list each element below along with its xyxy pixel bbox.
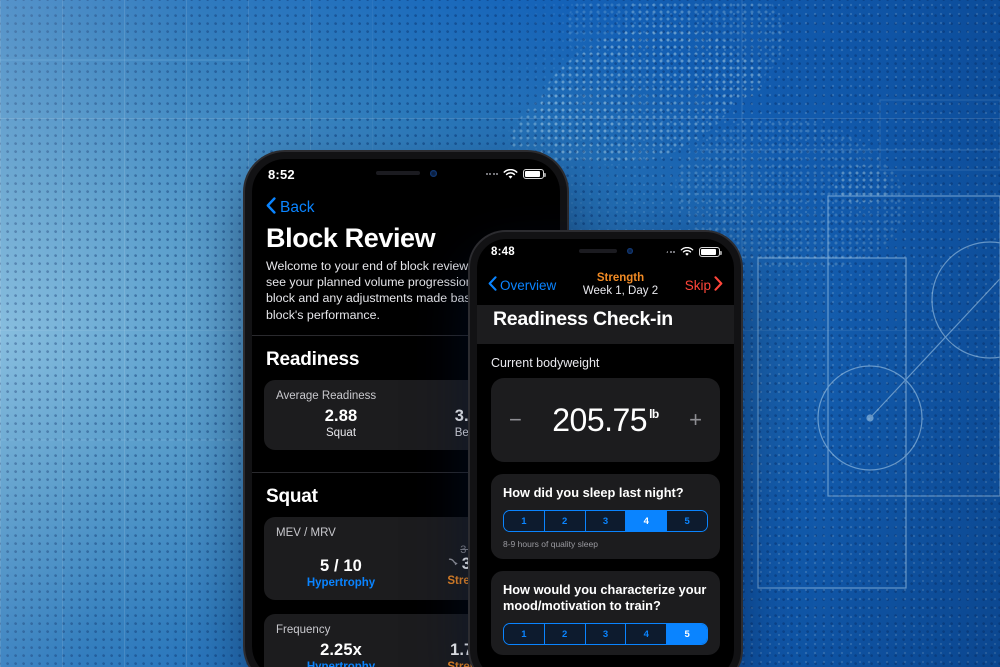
page-title: Readiness Check-in — [493, 308, 673, 330]
wifi-icon — [503, 168, 518, 180]
front-camera-icon — [626, 248, 633, 254]
power-button[interactable] — [740, 447, 741, 495]
rating-option-2[interactable]: 2 — [544, 511, 586, 531]
rating-option-3[interactable]: 3 — [585, 511, 627, 531]
rating-segmented-control-mood[interactable]: 1 2 3 4 5 — [503, 623, 708, 645]
metric-value: 2.25x — [320, 640, 362, 659]
phone-notch — [543, 239, 668, 263]
page-header: Readiness Check-in — [477, 305, 734, 344]
bodyweight-unit: lb — [649, 406, 659, 421]
rating-segmented-control-sleep[interactable]: 1 2 3 4 5 — [503, 510, 708, 532]
metric-sublabel: Squat — [325, 426, 357, 439]
workout-week-day: Week 1, Day 2 — [582, 285, 659, 297]
question-text: How would you characterize your mood/mot… — [503, 582, 707, 613]
workout-context: Strength Week 1, Day 2 — [583, 272, 658, 298]
readiness-checkin-content: Overview Strength Week 1, Day 2 Skip Rea… — [477, 265, 734, 667]
metric-sublabel: Hypertrophy — [306, 576, 376, 589]
bodyweight-label: Current bodyweight — [491, 356, 600, 370]
overview-back-label: Overview — [500, 277, 557, 293]
back-button[interactable]: Back — [252, 189, 560, 221]
chevron-right-icon — [714, 276, 723, 294]
question-card-sleep: How did you sleep last night? 1 2 3 4 5 … — [491, 474, 720, 559]
metric-column-hypertrophy: 5 / 10 Hypertrophy — [276, 544, 406, 589]
checkin-form: Current bodyweight − 205.75 lb + How did… — [477, 344, 734, 655]
metric-column-squat: 2.88 Squat — [276, 407, 406, 439]
bodyweight-stepper[interactable]: − 205.75 lb + — [491, 378, 720, 462]
rating-option-4[interactable]: 4 — [626, 511, 668, 531]
metric-value: 2.88 — [324, 406, 358, 425]
skip-label: Skip — [684, 277, 711, 293]
screenshot-stage: 8:52 Back Block Review Welcome to your e… — [0, 0, 1000, 667]
navigation-bar: Overview Strength Week 1, Day 2 Skip — [477, 265, 734, 305]
battery-icon — [523, 168, 546, 180]
signal-dots-icon — [485, 173, 498, 175]
earpiece-speaker-icon — [578, 249, 617, 253]
battery-icon — [699, 246, 722, 258]
plus-icon[interactable]: + — [689, 409, 702, 431]
metric-value: 5 / 10 — [320, 556, 362, 575]
rating-option-4[interactable]: 4 — [626, 624, 668, 644]
question-text: How did you sleep last night? — [503, 485, 684, 500]
rating-option-2[interactable]: 2 — [544, 624, 586, 644]
chevron-left-icon — [266, 197, 276, 219]
rating-option-1[interactable]: 1 — [504, 624, 545, 644]
status-clock: 8:52 — [268, 166, 295, 182]
earpiece-speaker-icon — [375, 171, 420, 175]
minus-icon[interactable]: − — [509, 409, 522, 431]
rating-option-3[interactable]: 3 — [585, 624, 627, 644]
back-button-label: Back — [280, 199, 315, 216]
background-horizontal-rule — [0, 118, 1000, 119]
metric-column-hypertrophy: 2.25x Hypertrophy — [276, 641, 406, 667]
overview-back-button[interactable]: Overview — [488, 276, 556, 294]
bodyweight-value-group: 205.75 lb — [552, 402, 659, 439]
chevron-left-icon — [488, 276, 497, 294]
rating-option-1[interactable]: 1 — [504, 511, 545, 531]
question-card-mood: How would you characterize your mood/mot… — [491, 571, 720, 655]
question-caption: 8-9 hours of quality sleep — [503, 539, 598, 549]
front-camera-icon — [429, 169, 437, 177]
status-clock: 8:48 — [491, 246, 515, 258]
rating-option-5[interactable]: 5 — [667, 511, 707, 531]
skip-button[interactable]: Skip — [685, 276, 723, 294]
phone-device-front: 8:48 Overview Strength Week 1, Day 2 Ski… — [470, 232, 741, 667]
arrow-change-icon — [448, 555, 460, 573]
wifi-icon — [680, 247, 694, 257]
workout-block-name: Strength — [596, 272, 645, 284]
metric-sublabel: Hypertrophy — [306, 660, 376, 667]
phone-screen-readiness-checkin: 8:48 Overview Strength Week 1, Day 2 Ski… — [477, 239, 734, 667]
rating-option-5[interactable]: 5 — [667, 624, 707, 644]
bodyweight-value: 205.75 — [552, 401, 648, 438]
phone-notch — [331, 159, 481, 187]
